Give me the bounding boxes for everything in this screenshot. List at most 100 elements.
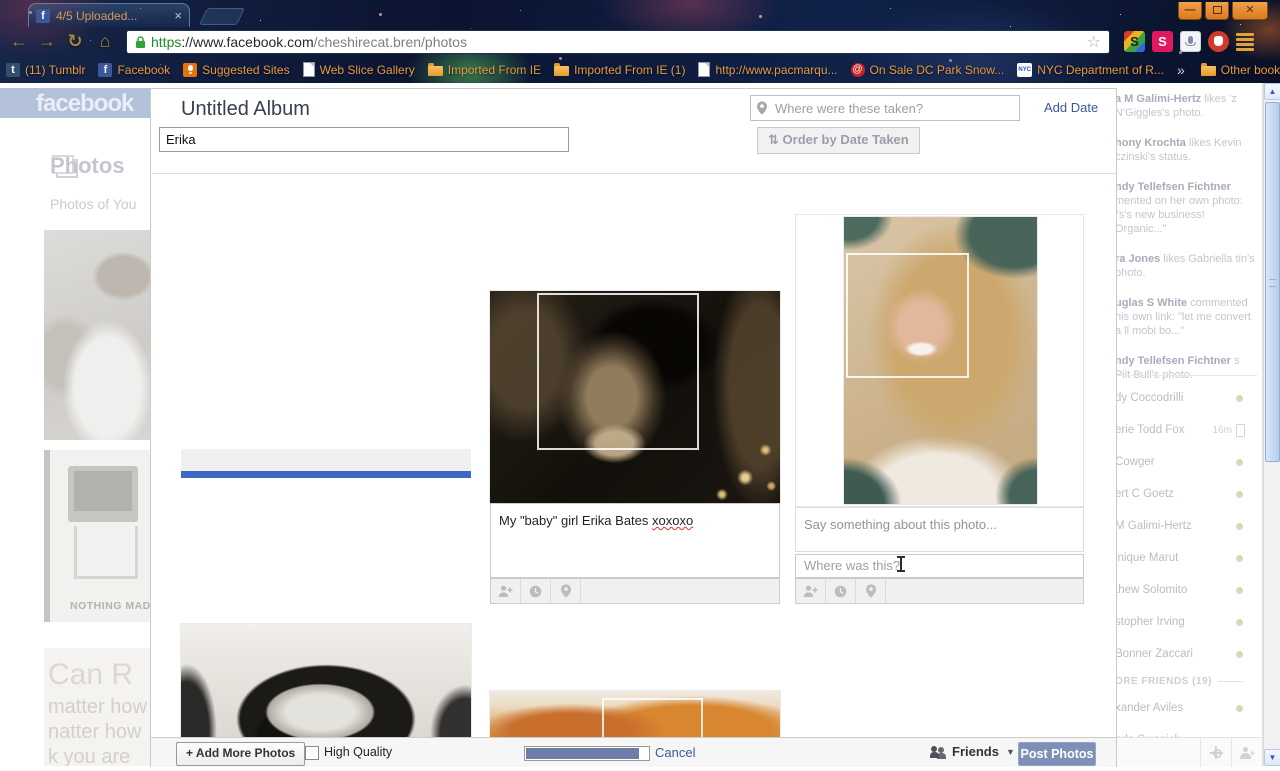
add-more-photos-button[interactable]: + Add More Photos: [176, 742, 305, 766]
album-location-input[interactable]: [773, 99, 1015, 117]
starfield-decoration: [0, 0, 1, 1]
bookmark-item[interactable]: http://www.pacmarqu...: [698, 62, 837, 77]
bookmark-label: Imported From IE (1): [574, 63, 685, 77]
extension-s-pink-icon[interactable]: S: [1152, 31, 1173, 52]
photo-action-bar: [490, 578, 780, 604]
bookmark-label: Web Slice Gallery: [320, 63, 415, 77]
ticker-feed: a M Galimi-Hertz likes 'z N'Giggles's ph…: [1115, 92, 1257, 398]
add-location-button[interactable]: [856, 579, 886, 603]
bookmarks-overflow-chevron[interactable]: »: [1177, 62, 1185, 78]
add-location-button[interactable]: [551, 579, 581, 603]
facebook-header-bar: facebook: [0, 88, 150, 118]
photo-caption-editor[interactable]: Say something about this photo...: [795, 507, 1084, 552]
background-photo-caption: NOTHING MAD: [70, 600, 150, 612]
tag-people-button[interactable]: [491, 579, 521, 603]
chat-friend-row: thew Solomito: [1115, 574, 1257, 606]
album-location-field[interactable]: [750, 95, 1020, 121]
window-minimize-button[interactable]: —: [1178, 2, 1202, 20]
extension-stop-hand-icon[interactable]: [1208, 31, 1229, 52]
photo-orange-hair: [490, 691, 780, 737]
order-by-date-button[interactable]: ⇅ Order by Date Taken: [757, 127, 920, 154]
other-bookmarks-folder[interactable]: Other bookmarks: [1201, 63, 1280, 77]
bookmark-label: http://www.pacmarqu...: [715, 63, 837, 77]
bookmark-item[interactable]: Suggested Sites: [183, 63, 289, 77]
facebook-icon: f: [98, 63, 112, 77]
face-detection-box: [537, 293, 699, 450]
page-icon: [698, 62, 710, 77]
online-dot-icon: [1236, 619, 1243, 626]
bookmark-item[interactable]: Web Slice Gallery: [303, 62, 415, 77]
home-button[interactable]: ⌂: [92, 29, 118, 55]
more-friends-header: ORE FRIENDS (19): [1115, 670, 1257, 692]
folder-icon: [554, 66, 569, 76]
browser-tab[interactable]: f 4/5 Uploaded... ×: [28, 3, 190, 27]
bookmark-item[interactable]: Imported From IE (1): [554, 63, 685, 77]
friends-icon: [930, 745, 947, 759]
back-button[interactable]: ←: [6, 29, 32, 55]
other-bookmarks-label: Other bookmarks: [1221, 63, 1280, 77]
chrome-menu-icon[interactable]: [1236, 33, 1254, 49]
url-scheme: https: [151, 34, 181, 50]
caption-text: My "baby" girl Erika Bates: [499, 513, 652, 528]
bookmark-item[interactable]: @On Sale DC Park Snow...: [851, 63, 1005, 77]
forward-button[interactable]: →: [34, 29, 60, 55]
bookmark-item[interactable]: NYCNYC Department of R...: [1017, 63, 1164, 77]
chevron-down-icon: ▼: [1006, 747, 1015, 757]
chat-friend-row: stopher Irving: [1115, 606, 1257, 638]
window-close-button[interactable]: ✕: [1232, 2, 1268, 20]
tab-close-icon[interactable]: ×: [174, 8, 182, 23]
scrollbar-down-arrow-icon[interactable]: ▼: [1264, 749, 1280, 766]
photo-sepia-girl: [490, 291, 780, 503]
clock-icon: [834, 585, 847, 598]
text-cursor-icon: [896, 556, 906, 572]
page-scrollbar[interactable]: ▲ ▼: [1263, 83, 1280, 766]
photos-of-you-link: Photos of You: [50, 196, 136, 212]
tag-person-icon: [803, 585, 818, 598]
scrollbar-thumb[interactable]: [1265, 102, 1280, 462]
tag-people-button[interactable]: [796, 579, 826, 603]
photo-upload-progress-fill: [181, 471, 471, 478]
reload-button[interactable]: ↻: [62, 29, 88, 55]
clock-icon: [529, 585, 542, 598]
scrollbar-up-arrow-icon[interactable]: ▲: [1264, 83, 1280, 100]
facebook-page: facebook Photos Photos of You NOTHING MA…: [0, 83, 1280, 766]
extension-s-colorful-icon[interactable]: S: [1124, 31, 1145, 52]
bookmark-item[interactable]: f Facebook: [98, 63, 170, 77]
chat-options-bar: +: [1115, 737, 1262, 767]
chat-friend-row: Cowger: [1115, 446, 1257, 478]
high-quality-checkbox[interactable]: [305, 746, 319, 760]
photo-caption-editor[interactable]: My "baby" girl Erika Bates xoxoxo: [490, 503, 780, 578]
caption-misspelled-word: xoxoxo: [652, 513, 693, 528]
add-date-button[interactable]: [826, 579, 856, 603]
bulb-icon: [183, 63, 197, 77]
add-date-link[interactable]: Add Date: [1044, 100, 1098, 115]
nyc-icon: NYC: [1017, 63, 1032, 77]
upload-progress-fill: [526, 748, 639, 759]
photo-location-input[interactable]: [798, 557, 1080, 573]
chat-friend-row: dy Coccodrilli: [1115, 382, 1257, 414]
audience-selector[interactable]: Friends ▼: [930, 744, 1015, 759]
new-tab-button[interactable]: [199, 8, 245, 25]
url-bar[interactable]: https://www.facebook.com/cheshirecat.bre…: [126, 30, 1110, 54]
post-photos-button[interactable]: Post Photos: [1018, 742, 1096, 766]
online-dot-icon: [1236, 705, 1243, 712]
bookmark-item[interactable]: t(11) Tumblr: [6, 63, 85, 77]
bookmark-label: Facebook: [117, 63, 170, 77]
photo-ski-goggles: [181, 624, 471, 737]
folder-icon: [428, 66, 443, 76]
cancel-upload-link[interactable]: Cancel: [655, 745, 695, 760]
chat-sidebar: dy Coccodrillierie Todd Fox16m Cowgerert…: [1115, 375, 1257, 756]
extension-voice-icon[interactable]: [1180, 31, 1201, 52]
chat-add-friend-button: +: [1231, 738, 1262, 767]
folder-icon: [1201, 66, 1216, 76]
bookmark-item[interactable]: Imported From IE: [428, 63, 541, 77]
bookmark-star-icon[interactable]: ☆: [1087, 32, 1101, 52]
photo-action-bar: [795, 578, 1084, 604]
order-icon: ⇅: [768, 132, 779, 147]
album-title: Untitled Album: [181, 98, 310, 121]
add-date-button[interactable]: [521, 579, 551, 603]
photo-location-field[interactable]: [795, 554, 1084, 578]
online-dot-icon: [1236, 587, 1243, 594]
album-name-input[interactable]: [159, 127, 569, 152]
window-restore-button[interactable]: [1205, 2, 1229, 20]
